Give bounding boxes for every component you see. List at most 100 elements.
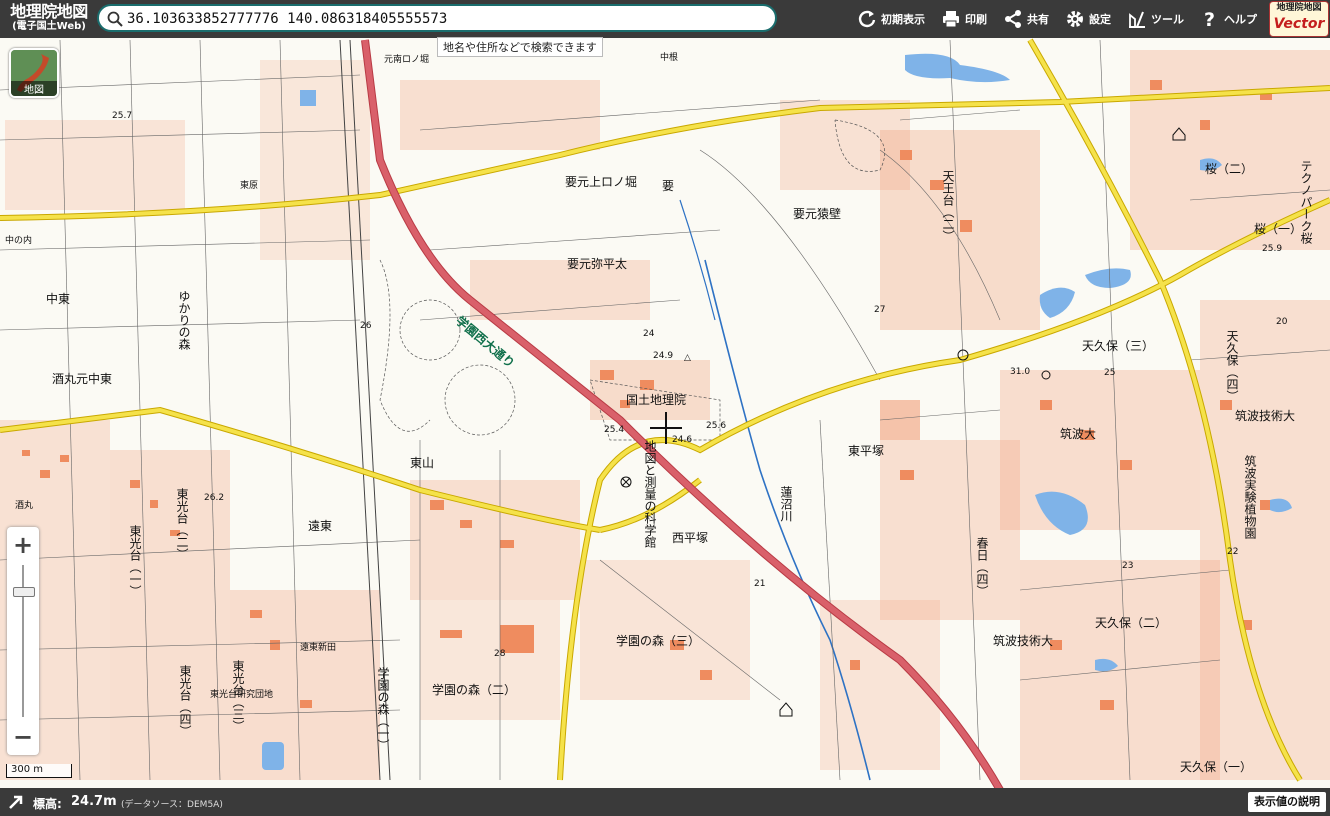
topographic-map[interactable]: △ 国土地理院 要元上ロノ堀 要 要元猿壁 要元弥平太 天久保（三） 天久保（二…: [0, 38, 1330, 788]
height-15: 25.9: [1262, 244, 1282, 254]
svg-text:?: ?: [1204, 9, 1215, 29]
label-kanamoto: 要元上ロノ堀: [565, 174, 637, 189]
zoom-slider-thumb[interactable]: [13, 587, 35, 597]
map-canvas[interactable]: △ 国土地理院 要元上ロノ堀 要 要元猿壁 要元弥平太 天久保（三） 天久保（二…: [0, 38, 1330, 788]
elevation-label: 標高:: [33, 797, 62, 811]
printer-icon: [943, 11, 959, 28]
label-museum: 地図と測量の科学館: [643, 440, 657, 548]
label-kasuga4: 春日（四）: [975, 537, 989, 597]
height-9: 21: [754, 579, 765, 589]
vector-line2: Vector: [1273, 16, 1325, 32]
label-higashikoudai3: 東光台（三）: [231, 660, 245, 732]
label-tenoku3: 天久保（三）: [1082, 339, 1154, 353]
height-4: 25.6: [706, 421, 726, 431]
print-button[interactable]: 印刷: [933, 0, 995, 38]
height-5: 31.0: [1010, 367, 1030, 377]
spot-height-markers: △: [684, 353, 691, 363]
label-kaname-saruhaji: 要元猿壁: [793, 206, 841, 221]
label-higashihiratsuka: 東平塚: [848, 444, 884, 458]
label-gakuen1: 学園の森（一）: [376, 666, 390, 751]
toolbar: 初期表示 印刷 共有 設定 ツール ? ヘルプ 地理院地図 Vector: [849, 0, 1330, 38]
header-bar: 地理院地図 (電子国土Web) 初期表示 印刷 共有 設定 ツール ? ヘルプ: [0, 0, 1330, 38]
share-label: 共有: [1027, 13, 1049, 26]
label-renuma: 蓮沼川: [779, 486, 793, 522]
label-nakahigashi: 中東: [46, 291, 70, 306]
height-11: 28: [494, 649, 506, 659]
label-endo: 遠東: [308, 519, 332, 533]
label-tenoku1: 天久保（一）: [1180, 760, 1252, 774]
label-endonitta: 遠東新田: [300, 641, 336, 653]
vector-map-button[interactable]: 地理院地図 Vector: [1269, 1, 1329, 37]
scale-bar: 300 m: [6, 764, 72, 778]
reset-button[interactable]: 初期表示: [849, 0, 933, 38]
tools-button[interactable]: ツール: [1119, 0, 1192, 38]
share-icon: [1005, 10, 1021, 28]
basemap-label: 地図: [11, 81, 57, 96]
label-tenoku2: 天久保（二）: [1095, 616, 1167, 630]
help-button[interactable]: ? ヘルプ: [1192, 0, 1265, 38]
label-technopark: テクノパーク桜: [1299, 160, 1313, 245]
label-minami: 元南ロノ堀: [384, 53, 429, 65]
zoom-out-button[interactable]: −: [7, 721, 39, 753]
search-box[interactable]: [97, 4, 777, 32]
help-label: ヘルプ: [1224, 13, 1257, 26]
gsi-logo[interactable]: 地理院地図 (電子国土Web): [4, 3, 94, 35]
label-higashihara: 東原: [240, 179, 258, 191]
label-sakura2: 桜（二）: [1205, 162, 1253, 176]
zoom-in-button[interactable]: +: [7, 529, 39, 561]
height-14: 20: [1276, 317, 1288, 327]
search-input[interactable]: [127, 8, 747, 30]
search-tooltip: 地名や住所などで検索できます: [437, 37, 603, 57]
search-icon: [107, 11, 123, 27]
share-button[interactable]: 共有: [995, 0, 1057, 38]
height-3: 24.6: [672, 435, 692, 445]
settings-label: 設定: [1089, 13, 1111, 26]
label-kokudo: 国土地理院: [626, 393, 686, 407]
label-higashikoudai2: 東光台（二）: [175, 488, 189, 560]
reset-icon: [858, 10, 876, 28]
expand-arrow-icon[interactable]: [8, 794, 24, 810]
gear-icon: [1067, 11, 1083, 27]
label-sakura1: 桜（一）: [1254, 222, 1302, 236]
height-10: 23: [1122, 561, 1133, 571]
label-tsukuba-tech2: 筑波技術大: [993, 633, 1053, 648]
label-higashikoudai1: 東光台（一）: [128, 525, 142, 597]
zoom-control: + −: [7, 527, 39, 755]
height-6: 25: [1104, 368, 1115, 378]
label-higashikoudai4: 東光台（四）: [178, 665, 192, 737]
settings-button[interactable]: 設定: [1057, 0, 1119, 38]
label-kaname-yataira: 要元弥平太: [567, 256, 627, 271]
label-tsukuba-tech: 筑波技術大: [1235, 408, 1295, 423]
svg-text:△: △: [684, 353, 691, 363]
label-saka: 酒丸: [15, 499, 33, 511]
logo-title: 地理院地図: [10, 2, 88, 21]
height-1: 24.9: [653, 351, 673, 361]
footer-bar: 標高: 24.7m (データソース：DEM5A) 表示値の説明: [0, 788, 1330, 816]
logo-subtitle: (電子国土Web): [12, 21, 86, 32]
label-kaname: 要: [662, 179, 674, 193]
label-tenoku4: 天久保（四）: [1225, 330, 1239, 402]
vector-line1: 地理院地図: [1276, 3, 1322, 13]
tools-label: ツール: [1151, 13, 1184, 26]
help-icon: ?: [1204, 9, 1215, 29]
height-2: 25.4: [604, 425, 624, 435]
reset-label: 初期表示: [881, 13, 925, 26]
explain-values-button[interactable]: 表示値の説明: [1248, 792, 1326, 812]
label-yukarinomori: ゆかりの森: [177, 290, 191, 350]
label-nishihiratsuka: 西平塚: [672, 531, 708, 545]
height-8: 27: [874, 305, 885, 315]
basemap-switch-button[interactable]: 地図: [9, 48, 59, 98]
height-7: 26: [360, 321, 372, 331]
height-12: 26.2: [204, 493, 224, 503]
label-nakane: 中根: [660, 51, 678, 63]
label-tenno: 天王台（二）: [941, 170, 955, 242]
label-tsukuba-bot: 筑波実験植物園: [1243, 454, 1257, 539]
print-label: 印刷: [965, 13, 987, 26]
label-naka: 中の内: [5, 234, 32, 246]
label-sakamaru: 酒丸元中東: [52, 371, 112, 386]
height-13: 22: [1227, 547, 1238, 557]
label-gakuen2: 学園の森（二）: [432, 682, 516, 697]
label-higashiyama: 東山: [410, 456, 434, 470]
height-16: 25.7: [112, 111, 132, 121]
elevation-value: 24.7m: [71, 794, 117, 809]
